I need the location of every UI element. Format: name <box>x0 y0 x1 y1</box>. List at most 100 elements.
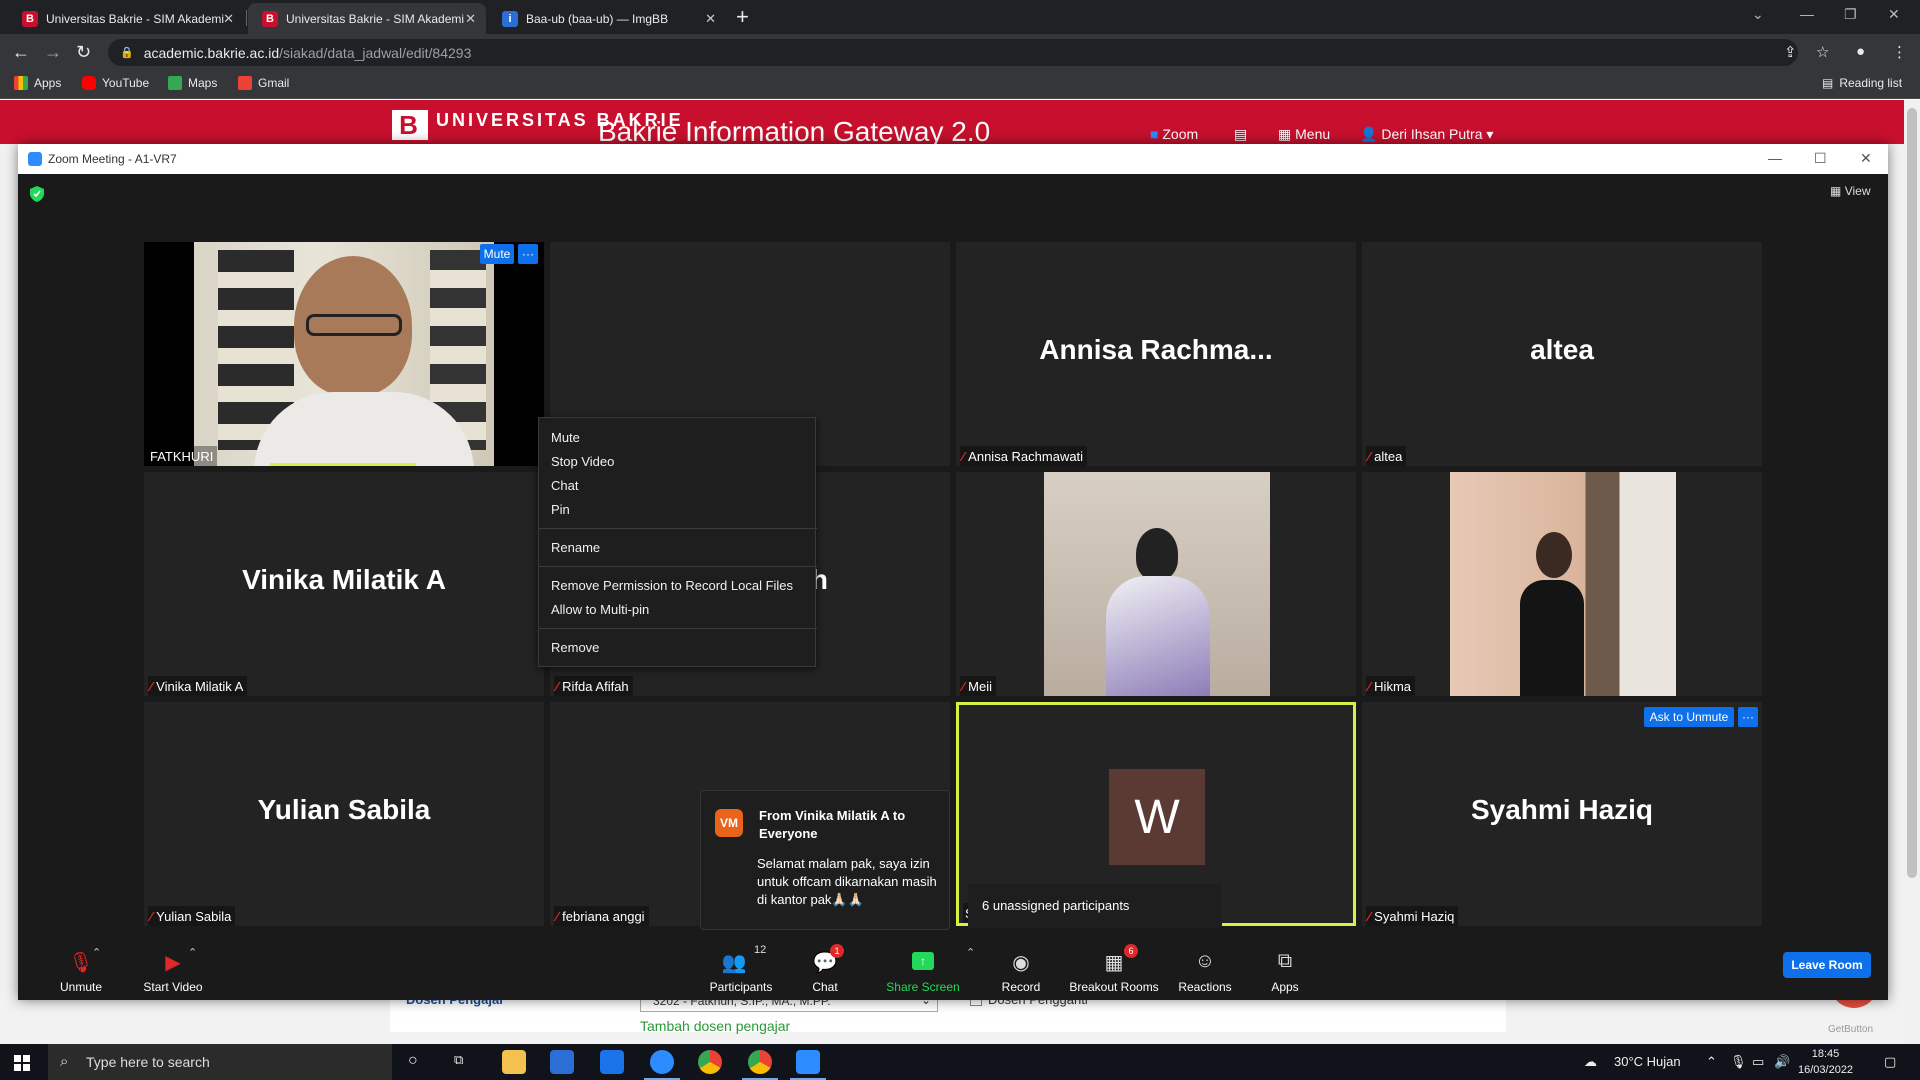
tambah-dosen-link[interactable]: Tambah dosen pengajar <box>640 1018 790 1034</box>
new-tab-button[interactable]: + <box>736 4 749 30</box>
more-options-button[interactable]: ··· <box>518 244 538 264</box>
taskbar-search[interactable]: ⌕ Type here to search <box>48 1044 392 1080</box>
record-button[interactable]: ◉ Record <box>976 936 1066 1000</box>
chrome-profile-icon[interactable] <box>742 1050 778 1080</box>
video-options-caret[interactable]: ⌃ <box>188 946 197 959</box>
mute-participant-button[interactable]: Mute <box>480 244 514 264</box>
browser-tab-2[interactable]: B Universitas Bakrie - SIM Akademik ✕ <box>248 3 486 34</box>
audio-options-caret[interactable]: ⌃ <box>92 946 101 959</box>
menu-item-rename[interactable]: Rename <box>551 540 600 555</box>
file-explorer-icon[interactable] <box>502 1050 526 1074</box>
zoom-maximize-icon[interactable]: ☐ <box>1814 150 1827 167</box>
participant-tile-hikma[interactable]: ⁄ Hikma <box>1362 472 1762 696</box>
back-icon[interactable]: ← <box>12 42 30 63</box>
menu-item-pin[interactable]: Pin <box>551 502 570 517</box>
browser-tab-bar: B Universitas Bakrie - SIM Akademik ✕ B … <box>0 0 1920 34</box>
leave-room-button[interactable]: Leave Room <box>1783 952 1871 978</box>
apps-label: Apps <box>1271 980 1299 994</box>
network-icon[interactable]: ▭ <box>1752 1054 1764 1070</box>
participant-name: ⁄ Annisa Rachmawati <box>960 446 1088 466</box>
close-tab-icon[interactable]: ✕ <box>465 11 476 27</box>
participant-tile-vinika[interactable]: Vinika Milatik A ⁄ Vinika Milatik A <box>144 472 544 696</box>
profile-avatar-icon[interactable]: ● <box>1856 43 1865 60</box>
reading-list-button[interactable]: ▤ Reading list <box>1822 76 1902 90</box>
encryption-shield-icon[interactable] <box>30 186 44 202</box>
menu-item-stop-video[interactable]: Stop Video <box>551 454 614 469</box>
reload-icon[interactable]: ↻ <box>76 42 91 63</box>
participant-name: ⁄ altea <box>1366 446 1407 466</box>
bookmark-gmail[interactable]: Gmail <box>238 76 289 90</box>
participant-tile-meii[interactable]: ⁄ Meii <box>956 472 1356 696</box>
bookmark-star-icon[interactable]: ☆ <box>1816 43 1829 61</box>
menu-item-remove[interactable]: Remove <box>551 640 599 655</box>
browser-tab-3[interactable]: i Baa-ub (baa-ub) — ImgBB ✕ <box>488 3 726 34</box>
zoom-taskbar-icon[interactable] <box>790 1050 826 1080</box>
participant-tile-altea[interactable]: altea ⁄ altea <box>1362 242 1762 466</box>
participant-tile-yulian[interactable]: Yulian Sabila ⁄ Yulian Sabila <box>144 702 544 926</box>
name-text: Hikma <box>1374 678 1412 694</box>
zoom-minimize-icon[interactable]: — <box>1768 150 1782 166</box>
breakout-rooms-button[interactable]: ▦ 6 Breakout Rooms <box>1062 936 1166 1000</box>
chrome-icon[interactable] <box>698 1050 722 1074</box>
bookmark-apps[interactable]: Apps <box>14 76 61 90</box>
clock-time: 18:45 <box>1811 1048 1840 1060</box>
nav-user[interactable]: 👤 Deri Ihsan Putra ▾ <box>1360 126 1493 143</box>
name-text: Rifda Afifah <box>562 678 629 694</box>
document-icon[interactable]: ▤ <box>1234 126 1247 143</box>
menu-item-mute[interactable]: Mute <box>551 430 580 445</box>
system-clock[interactable]: 18:45 16/03/2022 <box>1798 1046 1853 1078</box>
participant-display-name: Annisa Rachma... <box>1039 334 1273 365</box>
scrollbar-thumb[interactable] <box>1907 108 1917 878</box>
reactions-label: Reactions <box>1178 980 1232 994</box>
mic-muted-icon: ⁄ <box>556 908 559 924</box>
teamviewer-icon[interactable] <box>644 1050 680 1080</box>
microsoft-store-icon[interactable] <box>550 1050 574 1074</box>
chrome-menu-icon[interactable]: ⋮ <box>1892 43 1907 61</box>
page-scrollbar[interactable] <box>1904 100 1920 1046</box>
share-icon[interactable]: ⇪ <box>1784 43 1797 61</box>
apps-button[interactable]: ⧉ Apps <box>1240 936 1330 1000</box>
notifications-icon[interactable]: ▢ <box>1884 1054 1896 1070</box>
bookmark-youtube[interactable]: YouTube <box>82 76 149 90</box>
url-input[interactable]: 🔒 academic.bakrie.ac.id/siakad/data_jadw… <box>108 39 1798 66</box>
nav-menu[interactable]: ▦ Menu <box>1278 126 1330 143</box>
share-screen-button[interactable]: ↑ Share Screen <box>870 936 976 1000</box>
menu-item-chat[interactable]: Chat <box>551 478 578 493</box>
forward-icon[interactable]: → <box>44 42 62 63</box>
more-options-button[interactable]: ··· <box>1738 707 1758 727</box>
microphone-tray-icon[interactable]: 🎙 <box>1730 1054 1747 1070</box>
nav-zoom[interactable]: ■ Zoom <box>1150 126 1198 142</box>
tab-search-icon[interactable]: ⌄ <box>1752 6 1764 23</box>
participant-tile-annisa[interactable]: Annisa Rachma... ⁄ Annisa Rachmawati <box>956 242 1356 466</box>
close-tab-icon[interactable]: ✕ <box>223 11 234 27</box>
share-options-caret[interactable]: ⌃ <box>966 946 975 959</box>
close-window-icon[interactable]: ✕ <box>1888 6 1900 23</box>
task-view-icon[interactable]: ⧉ <box>454 1052 463 1068</box>
view-button[interactable]: ▦ View <box>1830 184 1870 198</box>
chat-button[interactable]: 💬 1 Chat <box>780 936 870 1000</box>
reactions-button[interactable]: ☺ Reactions <box>1160 936 1250 1000</box>
minimize-icon[interactable]: — <box>1800 6 1814 22</box>
menu-item-allow-multipin[interactable]: Allow to Multi-pin <box>551 602 649 617</box>
cortana-icon[interactable]: ○ <box>408 1052 418 1070</box>
browser-tab-1[interactable]: B Universitas Bakrie - SIM Akademik ✕ <box>8 3 244 34</box>
unmute-button[interactable]: 🎙 Unmute <box>36 936 126 1000</box>
participant-tile-fatkhuri[interactable]: FATKHURI <box>144 242 544 466</box>
menu-item-remove-record-permission[interactable]: Remove Permission to Record Local Files <box>551 578 793 593</box>
participant-tile-syahmi[interactable]: Syahmi Haziq ⁄ Syahmi Haziq <box>1362 702 1762 926</box>
close-tab-icon[interactable]: ✕ <box>705 11 716 27</box>
tray-overflow-icon[interactable]: ⌃ <box>1706 1054 1717 1070</box>
windows-start-icon[interactable] <box>14 1055 30 1071</box>
volume-icon[interactable]: 🔊 <box>1774 1054 1790 1070</box>
restore-icon[interactable]: ❐ <box>1844 6 1857 23</box>
participants-button[interactable]: 👥 12 Participants <box>696 936 786 1000</box>
ask-to-unmute-button[interactable]: Ask to Unmute <box>1644 707 1734 727</box>
weather-icon[interactable]: ☁ <box>1584 1054 1597 1070</box>
start-video-button[interactable]: ▶ Start Video <box>128 936 218 1000</box>
weather-text[interactable]: 30°C Hujan <box>1614 1054 1681 1069</box>
chat-notification[interactable]: VM From Vinika Milatik A to Everyone Sel… <box>700 790 950 930</box>
zoom-close-icon[interactable]: ✕ <box>1860 150 1872 167</box>
breakout-rooms-icon: ▦ <box>1104 952 1124 974</box>
mail-icon[interactable] <box>600 1050 624 1074</box>
bookmark-maps[interactable]: Maps <box>168 76 217 90</box>
